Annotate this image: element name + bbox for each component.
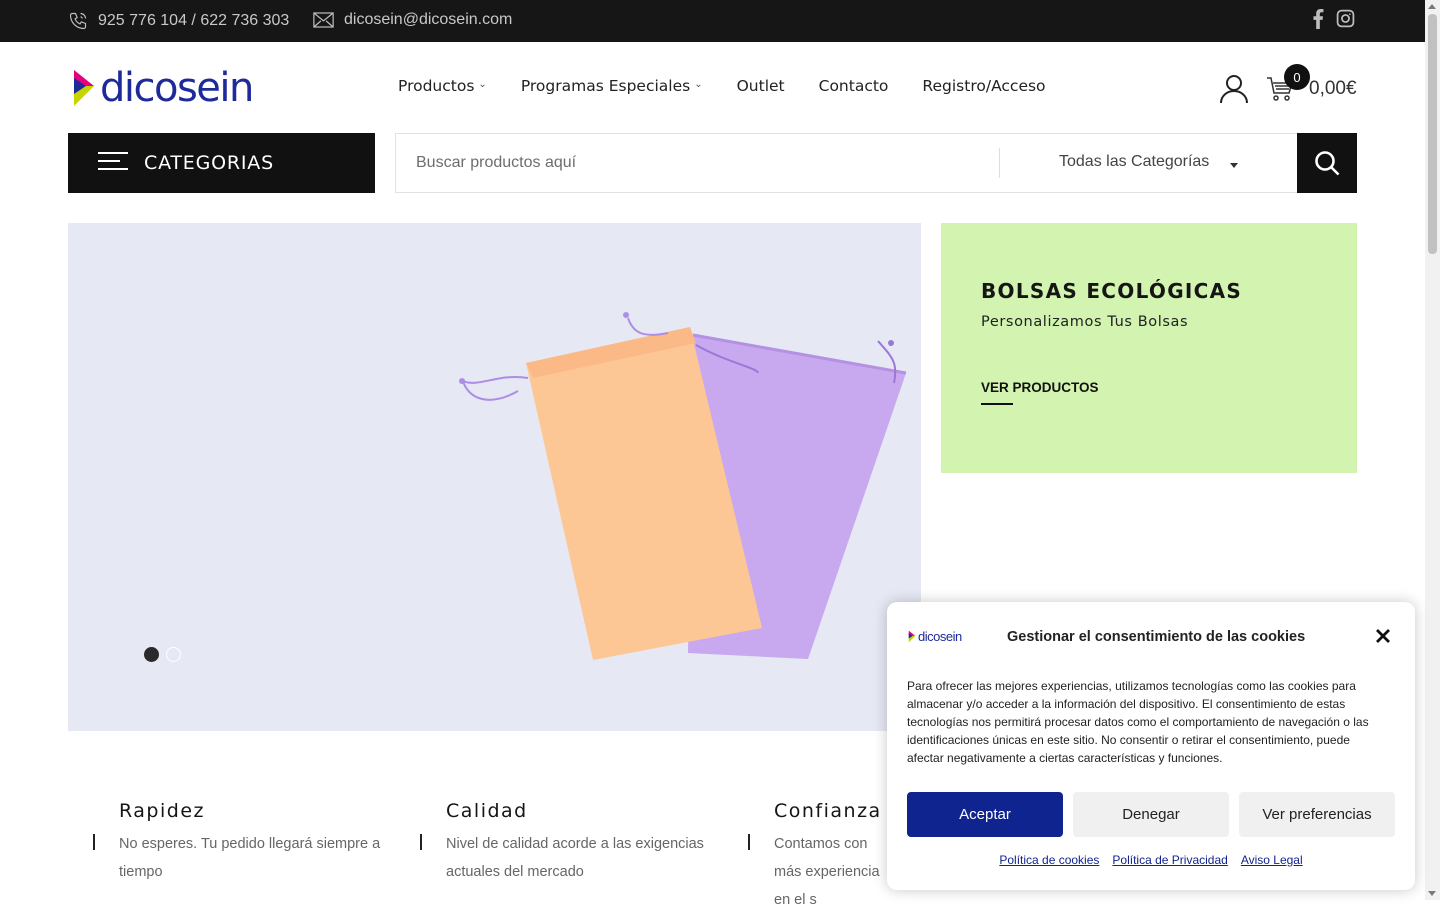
legal-notice-link[interactable]: Aviso Legal [1241, 853, 1303, 867]
slider-dot-1[interactable] [144, 647, 159, 662]
promo-link-underline [981, 403, 1013, 405]
email-contact[interactable]: dicosein@dicosein.com [313, 11, 512, 29]
instagram-icon[interactable] [1336, 9, 1355, 29]
nav-label: Productos [398, 77, 475, 95]
accept-button[interactable]: Aceptar [907, 792, 1063, 837]
cookie-logo: dicosein [908, 629, 962, 644]
category-select[interactable]: Todas las Categorías [1059, 153, 1209, 171]
mail-icon [313, 12, 334, 28]
site-logo[interactable]: dicosein [72, 65, 254, 111]
phone-icon [68, 11, 88, 31]
nav-label: Outlet [736, 77, 785, 95]
facebook-icon[interactable] [1311, 9, 1325, 29]
feature-text: No esperes. Tu pedido llegará siempre a … [119, 836, 381, 880]
cookie-body: Para ofrecer las mejores experiencias, u… [907, 679, 1369, 765]
drawstring-bags-image [459, 312, 907, 660]
feature-text: Nivel de calidad acorde a las exigencias… [446, 836, 704, 880]
promo-link[interactable]: VER PRODUCTOS [981, 380, 1099, 395]
hamburger-menu-icon [98, 151, 128, 175]
deny-button[interactable]: Denegar [1073, 792, 1229, 837]
nav-productos[interactable]: Productos ⌄ [398, 77, 487, 95]
nav-label: Registro/Acceso [922, 77, 1046, 95]
top-bar: 925 776 104 / 622 736 303 dicosein@dicos… [0, 0, 1425, 42]
email-text: dicosein@dicosein.com [344, 11, 513, 28]
user-account-icon[interactable] [1220, 74, 1248, 108]
social-links [1311, 9, 1355, 29]
chevron-down-icon: ⌄ [694, 79, 703, 90]
nav-label: Contacto [818, 77, 889, 95]
scrollbar-thumb[interactable] [1428, 14, 1437, 254]
feature-title: Calidad [446, 800, 528, 822]
main-nav: Productos ⌄ Programas Especiales ⌄ Outle… [398, 77, 1080, 95]
feature-bar [93, 834, 95, 850]
logo-mark-icon [908, 630, 916, 643]
nav-contacto[interactable]: Contacto [819, 77, 889, 95]
logo-text: dicosein [100, 65, 254, 111]
search-divider [999, 148, 1000, 178]
close-icon[interactable] [1375, 628, 1391, 649]
scroll-down-arrow[interactable] [1428, 891, 1436, 896]
phone-contact[interactable]: 925 776 104 / 622 736 303 [68, 11, 289, 31]
categories-button[interactable]: CATEGORIAS [68, 133, 375, 193]
cookie-logo-text: dicosein [918, 629, 962, 644]
nav-programas-especiales[interactable]: Programas Especiales ⌄ [521, 77, 703, 95]
nav-registro-acceso[interactable]: Registro/Acceso [922, 77, 1045, 95]
scroll-up-arrow[interactable] [1428, 4, 1436, 9]
phone-text: 925 776 104 / 622 736 303 [98, 12, 290, 29]
search-input[interactable] [396, 134, 999, 192]
cookie-consent-dialog: dicosein Gestionar el consentimiento de … [887, 602, 1415, 890]
feature-bar [748, 834, 750, 850]
feature-title: Rapidez [119, 800, 205, 822]
search-button[interactable] [1297, 133, 1357, 193]
preferences-button[interactable]: Ver preferencias [1239, 792, 1395, 837]
hero-slider[interactable] [68, 223, 921, 731]
promo-banner[interactable]: BOLSAS ECOLÓGICAS Personalizamos Tus Bol… [941, 223, 1357, 473]
cookie-policy-link[interactable]: Política de cookies [999, 853, 1099, 867]
feature-title: Confianza [774, 800, 882, 822]
promo-title: BOLSAS ECOLÓGICAS [981, 279, 1243, 303]
feature-text: Contamos con más experiencia en el s [774, 836, 880, 908]
search-bar: Todas las Categorías [395, 133, 1357, 193]
promo-subtitle: Personalizamos Tus Bolsas [981, 314, 1189, 330]
slider-dots [144, 647, 181, 662]
slider-dot-2[interactable] [166, 647, 181, 662]
feature-bar [420, 834, 422, 850]
chevron-down-icon: ⌄ [478, 79, 487, 90]
search-icon [1315, 151, 1340, 176]
nav-outlet[interactable]: Outlet [737, 77, 785, 95]
cart-total[interactable]: 0,00€ [1309, 78, 1357, 100]
categories-label: CATEGORIAS [144, 152, 274, 174]
caret-down-icon[interactable] [1230, 163, 1238, 168]
cart-count-badge: 0 [1284, 64, 1310, 90]
cookie-links: Política de cookies Política de Privacid… [887, 853, 1415, 867]
nav-label: Programas Especiales [520, 77, 691, 95]
logo-mark-icon [74, 70, 94, 106]
cookie-title: Gestionar el consentimiento de las cooki… [1007, 629, 1306, 645]
privacy-policy-link[interactable]: Política de Privacidad [1112, 853, 1227, 867]
page-scrollbar[interactable] [1425, 0, 1440, 900]
